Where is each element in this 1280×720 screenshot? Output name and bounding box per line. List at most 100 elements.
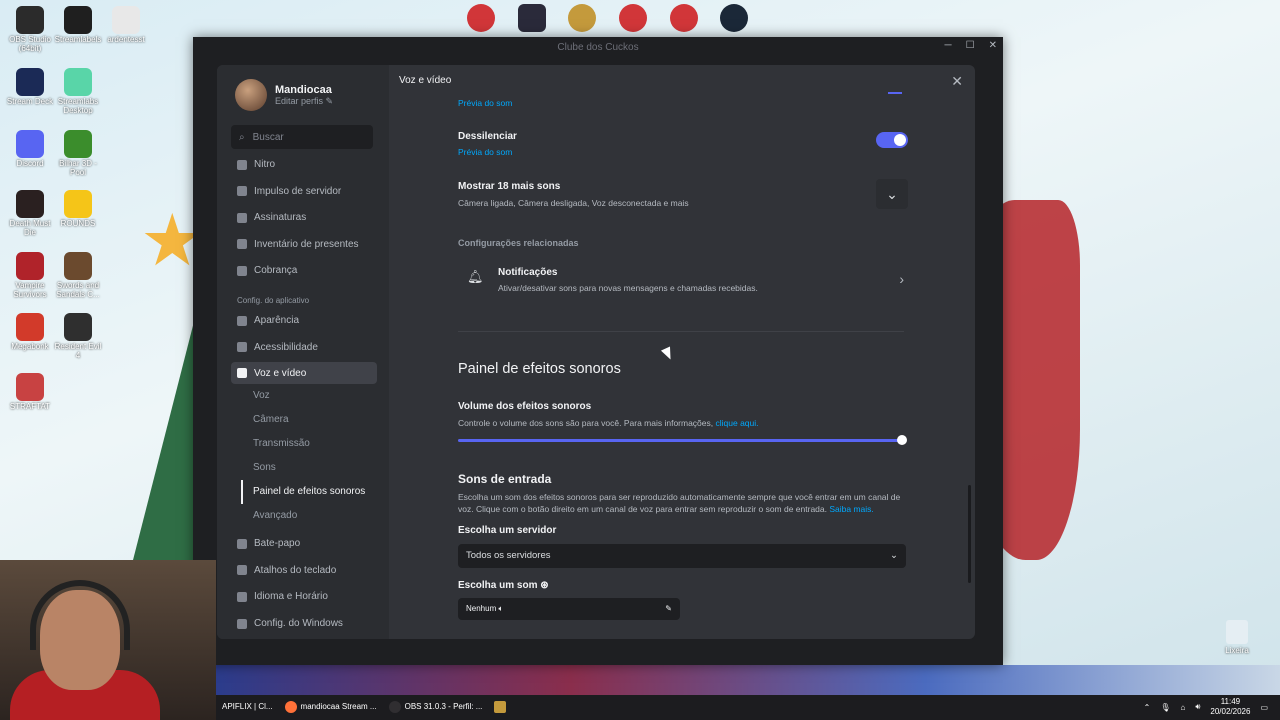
app-icon (64, 252, 92, 280)
riot-icon-2[interactable] (619, 4, 647, 32)
league-icon (494, 700, 507, 713)
sidebar-item-voice-video[interactable]: Voz e vídeo (231, 362, 377, 385)
search-input[interactable]: ⌕ Buscar (231, 125, 373, 149)
taskbar-league-app[interactable] (488, 695, 512, 720)
mic-tray-icon[interactable]: 🎙︎ (1160, 703, 1170, 712)
preview-sound-link-2[interactable]: Prévia do som (458, 147, 908, 157)
desktop-icon[interactable]: ROUNDS (52, 190, 104, 229)
soundboard-title-row: Painel de efeitos sonoros (458, 361, 908, 377)
close-icon[interactable]: ✕ (951, 73, 963, 90)
steam-icon[interactable] (720, 4, 748, 32)
volume-slider-thumb[interactable] (897, 435, 907, 445)
notification-icon[interactable]: ▭ (1260, 703, 1268, 712)
maximize-icon[interactable]: ☐ (966, 40, 975, 51)
desktop-icon[interactable]: Swords and Sandals C... (52, 252, 104, 300)
nav-cobranca-icon (237, 265, 247, 276)
settings-modal: Mandiocaa Editar perfis ✎ ⌕ Buscar Nitro… (217, 65, 975, 639)
edit-pencil-icon[interactable]: ✎ (665, 604, 672, 613)
sidebar-item-assinaturas[interactable]: Assinaturas (231, 207, 377, 229)
riot-icon[interactable] (467, 4, 495, 32)
desktop-icon[interactable]: Stream Deck (4, 68, 56, 107)
taskbar-app[interactable]: OBS 31.0.3 - Perfil: ... (383, 695, 489, 720)
mic-icon (237, 368, 247, 379)
webcam-headset (30, 580, 130, 650)
taskbar-app[interactable]: mandiocaa Stream ... (279, 695, 383, 720)
learn-more-link[interactable]: Saiba mais. (829, 504, 873, 514)
nav-nitro-icon (237, 159, 247, 170)
desktop-icon[interactable]: Bilhar 3D - Pool (52, 130, 104, 178)
sidebar-item-acessibilidade[interactable]: Acessibilidade (231, 336, 377, 358)
desktop-icon[interactable]: Resident Evil 4 (52, 313, 104, 361)
preview-sound-link[interactable]: Prévia do som (458, 98, 908, 108)
click-here-link[interactable]: clique aqui. (716, 418, 759, 428)
sidebar-subitem-voz[interactable]: Voz (231, 384, 389, 408)
recycle-bin-icon (1226, 620, 1248, 644)
edit-profile-link[interactable]: Editar perfis ✎ (275, 96, 333, 107)
nav-idioma-e-horario-icon (237, 591, 247, 602)
firefox-icon (284, 700, 297, 713)
chevron-down-icon[interactable]: ⌄ (876, 179, 908, 209)
sidebar-subitem-sons[interactable]: Sons (231, 456, 389, 480)
volume-slider-track[interactable] (458, 439, 902, 442)
sidebar-item-label: Cobrança (254, 265, 298, 277)
sidebar-subitem-transmissao[interactable]: Transmissão (231, 432, 389, 456)
desktop-icon[interactable]: STRAFTAT (4, 373, 56, 412)
notifications-row[interactable]: 🔔︎ Notificações Ativar/desativar sons pa… (458, 263, 908, 299)
server-select-value: Todos os servidores (466, 550, 551, 562)
sidebar-item-atalhos-do-teclado[interactable]: Atalhos do teclado (231, 559, 377, 581)
game-icon[interactable] (518, 4, 546, 32)
settings-sidebar: Mandiocaa Editar perfis ✎ ⌕ Buscar Nitro… (217, 65, 389, 639)
app-icon (64, 6, 92, 34)
desktop-icon[interactable]: Megabonk (4, 313, 56, 352)
close-window-icon[interactable]: ✕ (989, 40, 997, 51)
related-heading-row: Configurações relacionadas (458, 237, 908, 250)
sidebar-item-impulso-de-servidor[interactable]: Impulso de servidor (231, 180, 377, 202)
profile-name: Mandiocaa (275, 83, 332, 96)
desktop-icon[interactable]: ardentesst (100, 6, 152, 45)
taskbar-app-label: APIFLIX | Cl... (222, 702, 273, 711)
sidebar-item-idioma-e-horario[interactable]: Idioma e Horário (231, 586, 377, 608)
sidebar-item-nitro[interactable]: Nitro (231, 154, 377, 176)
desktop-icon[interactable]: Discord (4, 130, 56, 169)
soundboard-title: Painel de efeitos sonoros (458, 361, 621, 377)
app-icon (64, 68, 92, 96)
league-icon[interactable] (568, 4, 596, 32)
scrollbar[interactable] (968, 485, 971, 583)
riot-icon-3[interactable] (670, 4, 698, 32)
recycle-bin[interactable]: Lixeira (1222, 620, 1252, 655)
desktop-icon[interactable]: Vampire Survivors (4, 252, 56, 300)
sidebar-item-label: Atalhos do teclado (254, 564, 337, 576)
app-icon (16, 130, 44, 158)
sidebar-subitem-avancado[interactable]: Avançado (231, 504, 389, 528)
wallpaper-bottom-art (216, 665, 1280, 695)
desktop-icon-label: Discord (16, 159, 44, 168)
window-titlebar: Clube dos Cuckos ─ ☐ ✕ (193, 37, 1003, 58)
nav-assinaturas-icon (237, 212, 247, 223)
desktop-icon[interactable]: OBS Studio (64bit) (4, 6, 56, 54)
more-sounds-row[interactable]: Mostrar 18 mais sons Câmera ligada, Câme… (458, 179, 908, 209)
volume-tray-icon[interactable]: 🔊︎ (1195, 702, 1200, 712)
server-select[interactable]: Todos os servidores ⌄ (458, 543, 906, 568)
clock[interactable]: 11:49 20/02/2026 (1210, 697, 1250, 717)
nav-inventario-de-presentes-icon (237, 239, 247, 250)
minimize-icon[interactable]: ─ (945, 40, 952, 51)
sidebar-item-bate-papo[interactable]: Bate-papo (231, 533, 377, 555)
taskbar-app-label: mandiocaa Stream ... (300, 702, 377, 711)
sidebar-subitem-painel-de-efeitos-sonoros[interactable]: Painel de efeitos sonoros (241, 480, 389, 505)
sidebar-item-cobranca[interactable]: Cobrança (231, 260, 377, 282)
sidebar-item-aparencia[interactable]: Aparência (231, 310, 377, 332)
sidebar-item-config-do-windows[interactable]: Config. do Windows (231, 613, 377, 635)
taskbar-app[interactable]: APIFLIX | Cl... (216, 695, 279, 720)
desktop-icon[interactable]: Death Must Die (4, 190, 56, 238)
desktop-icon[interactable]: Streamlabs Desktop (52, 68, 104, 116)
sidebar-item-label: Nitro (254, 159, 276, 171)
chevron-up-icon[interactable]: ⌃ (1144, 703, 1151, 712)
desktop-icon[interactable]: Streamlabels (52, 6, 104, 45)
network-icon[interactable]: ⌂ (1181, 703, 1186, 712)
sidebar-item-inventario-de-presentes[interactable]: Inventário de presentes (231, 233, 377, 255)
sidebar-subitem-camera[interactable]: Câmera (231, 408, 389, 432)
profile-card[interactable]: Mandiocaa Editar perfis ✎ (235, 79, 389, 111)
preview-row: Prévia do som (458, 92, 908, 108)
dessilenciar-toggle[interactable] (876, 132, 908, 148)
sound-picker[interactable]: Nenhum 🔈︎ ✎ (458, 597, 680, 620)
